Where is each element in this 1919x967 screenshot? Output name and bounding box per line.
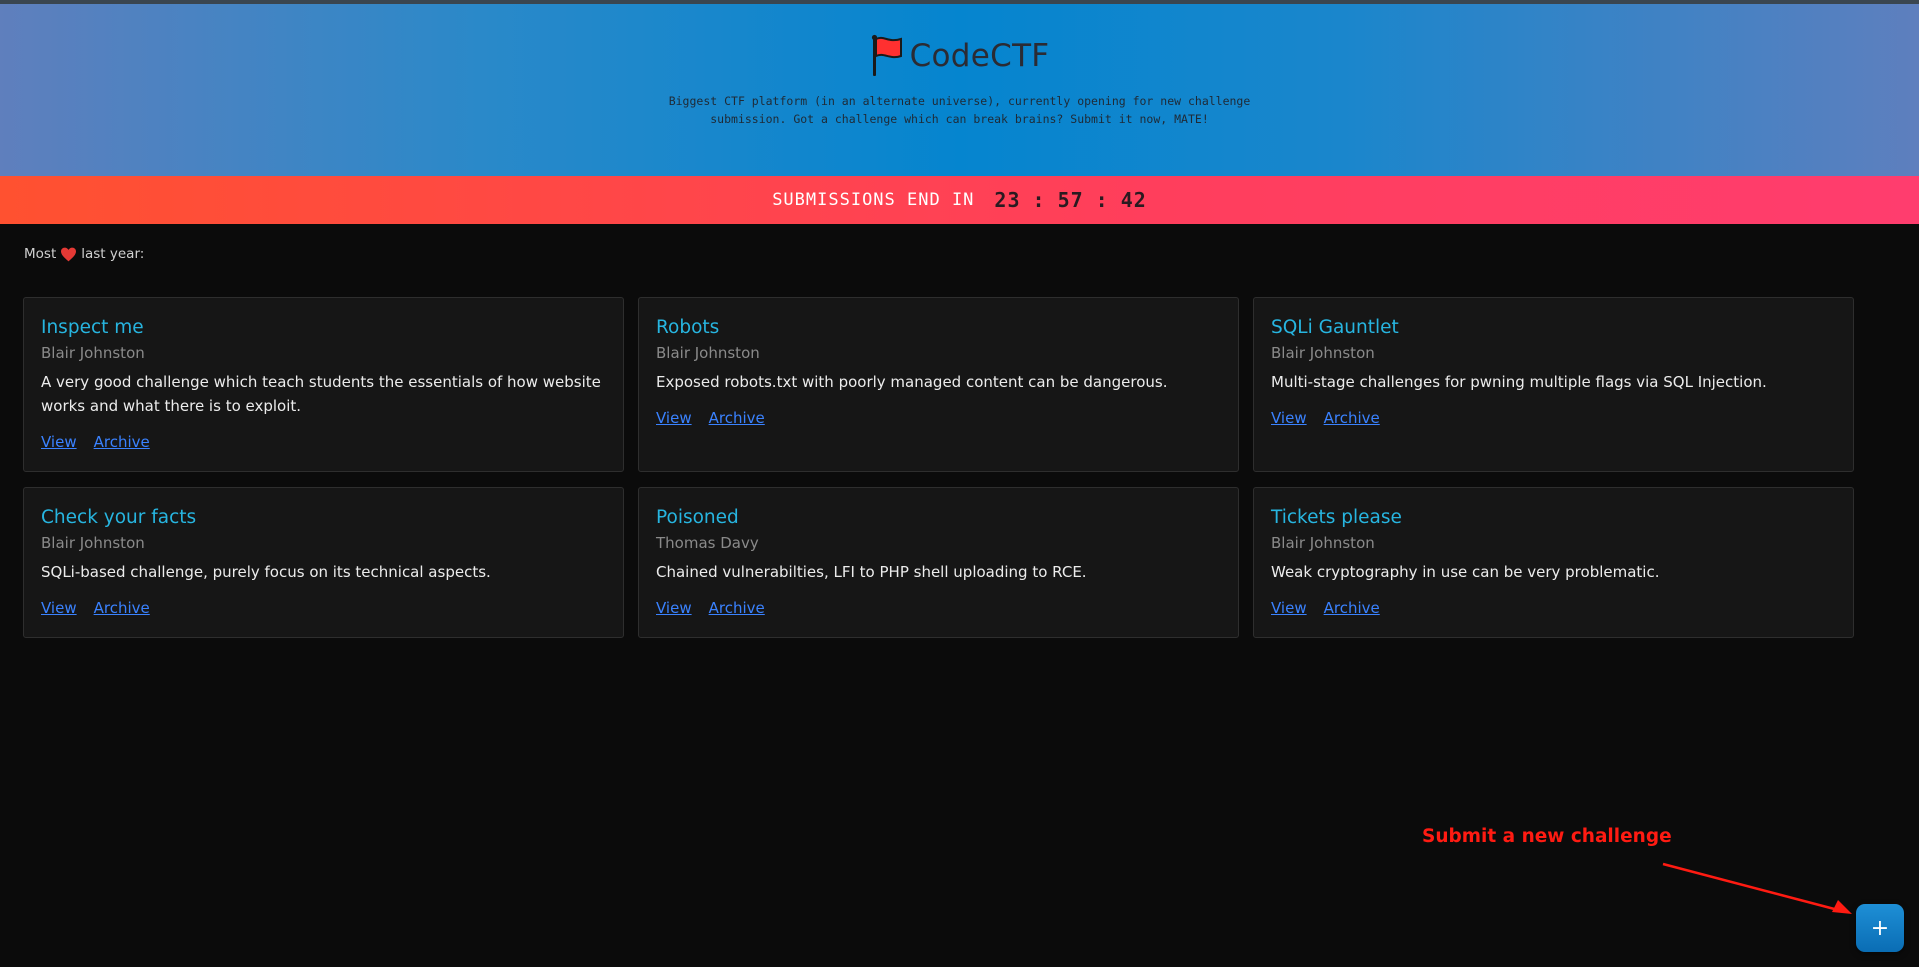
view-link[interactable]: View bbox=[41, 599, 77, 617]
challenge-actions: View Archive bbox=[41, 599, 606, 617]
challenge-actions: View Archive bbox=[41, 433, 606, 451]
flag-icon bbox=[871, 34, 902, 76]
brand-name: CodeCTF bbox=[909, 38, 1050, 74]
challenge-description: A very good challenge which teach studen… bbox=[41, 373, 601, 415]
challenge-title: Poisoned bbox=[656, 507, 739, 528]
section-suffix: last year: bbox=[81, 246, 145, 262]
tagline: Biggest CTF platform (in an alternate un… bbox=[668, 94, 1251, 126]
view-link[interactable]: View bbox=[656, 409, 692, 427]
challenge-title: Robots bbox=[656, 317, 720, 338]
archive-link[interactable]: Archive bbox=[1324, 409, 1380, 427]
plus-icon: + bbox=[1870, 915, 1890, 941]
challenge-actions: View Archive bbox=[656, 409, 1221, 427]
challenge-card: Inspect me Blair Johnston A very good ch… bbox=[23, 297, 624, 472]
challenge-description: Chained vulnerabilties, LFI to PHP shell… bbox=[656, 563, 1087, 581]
archive-link[interactable]: Archive bbox=[94, 433, 150, 451]
challenge-actions: View Archive bbox=[1271, 409, 1836, 427]
challenge-author: Blair Johnston bbox=[1271, 344, 1375, 362]
archive-link[interactable]: Archive bbox=[709, 599, 765, 617]
countdown-timer: 23:57:42 bbox=[994, 188, 1146, 212]
brand[interactable]: CodeCTF bbox=[0, 34, 1919, 78]
challenge-card: Poisoned Thomas Davy Chained vulnerabilt… bbox=[638, 487, 1239, 638]
challenge-card: Tickets please Blair Johnston Weak crypt… bbox=[1253, 487, 1854, 638]
countdown-separator: : bbox=[1032, 188, 1046, 212]
challenge-description: SQLi-based challenge, purely focus on it… bbox=[41, 563, 491, 581]
challenge-author: Blair Johnston bbox=[41, 344, 145, 362]
challenge-title: SQLi Gauntlet bbox=[1271, 317, 1399, 338]
challenge-card: SQLi Gauntlet Blair Johnston Multi-stage… bbox=[1253, 297, 1854, 472]
challenge-author: Blair Johnston bbox=[1271, 534, 1375, 552]
archive-link[interactable]: Archive bbox=[709, 409, 765, 427]
heart-icon bbox=[61, 247, 77, 261]
challenge-title: Inspect me bbox=[41, 317, 144, 338]
challenge-grid: Inspect me Blair Johnston A very good ch… bbox=[23, 297, 1855, 638]
challenge-actions: View Archive bbox=[656, 599, 1221, 617]
view-link[interactable]: View bbox=[41, 433, 77, 451]
add-challenge-button[interactable]: + bbox=[1856, 904, 1904, 952]
challenge-card: Robots Blair Johnston Exposed robots.txt… bbox=[638, 297, 1239, 472]
challenge-description: Exposed robots.txt with poorly managed c… bbox=[656, 373, 1168, 391]
challenge-title: Check your facts bbox=[41, 507, 197, 528]
countdown-minutes: 57 bbox=[1057, 188, 1084, 212]
countdown-seconds: 42 bbox=[1120, 188, 1147, 212]
view-link[interactable]: View bbox=[656, 599, 692, 617]
challenge-card: Check your facts Blair Johnston SQLi-bas… bbox=[23, 487, 624, 638]
section-heading: Most last year: bbox=[24, 246, 144, 262]
countdown-separator: : bbox=[1095, 188, 1109, 212]
challenge-description: Multi-stage challenges for pwning multip… bbox=[1271, 373, 1767, 391]
challenge-author: Blair Johnston bbox=[41, 534, 145, 552]
section-prefix: Most bbox=[24, 246, 57, 262]
annotation-arrow-icon bbox=[1662, 862, 1852, 914]
challenge-author: Blair Johnston bbox=[656, 344, 760, 362]
countdown-hours: 23 bbox=[994, 188, 1021, 212]
view-link[interactable]: View bbox=[1271, 599, 1307, 617]
challenge-actions: View Archive bbox=[1271, 599, 1836, 617]
challenge-author: Thomas Davy bbox=[656, 534, 759, 552]
hero-header: CodeCTF Biggest CTF platform (in an alte… bbox=[0, 4, 1919, 176]
countdown-banner: SUBMISSIONS END IN 23:57:42 bbox=[0, 176, 1919, 224]
archive-link[interactable]: Archive bbox=[94, 599, 150, 617]
challenge-description: Weak cryptography in use can be very pro… bbox=[1271, 563, 1660, 581]
archive-link[interactable]: Archive bbox=[1324, 599, 1380, 617]
challenge-title: Tickets please bbox=[1271, 507, 1402, 528]
annotation-label: Submit a new challenge bbox=[1422, 826, 1672, 847]
view-link[interactable]: View bbox=[1271, 409, 1307, 427]
countdown-label: SUBMISSIONS END IN bbox=[772, 190, 975, 210]
